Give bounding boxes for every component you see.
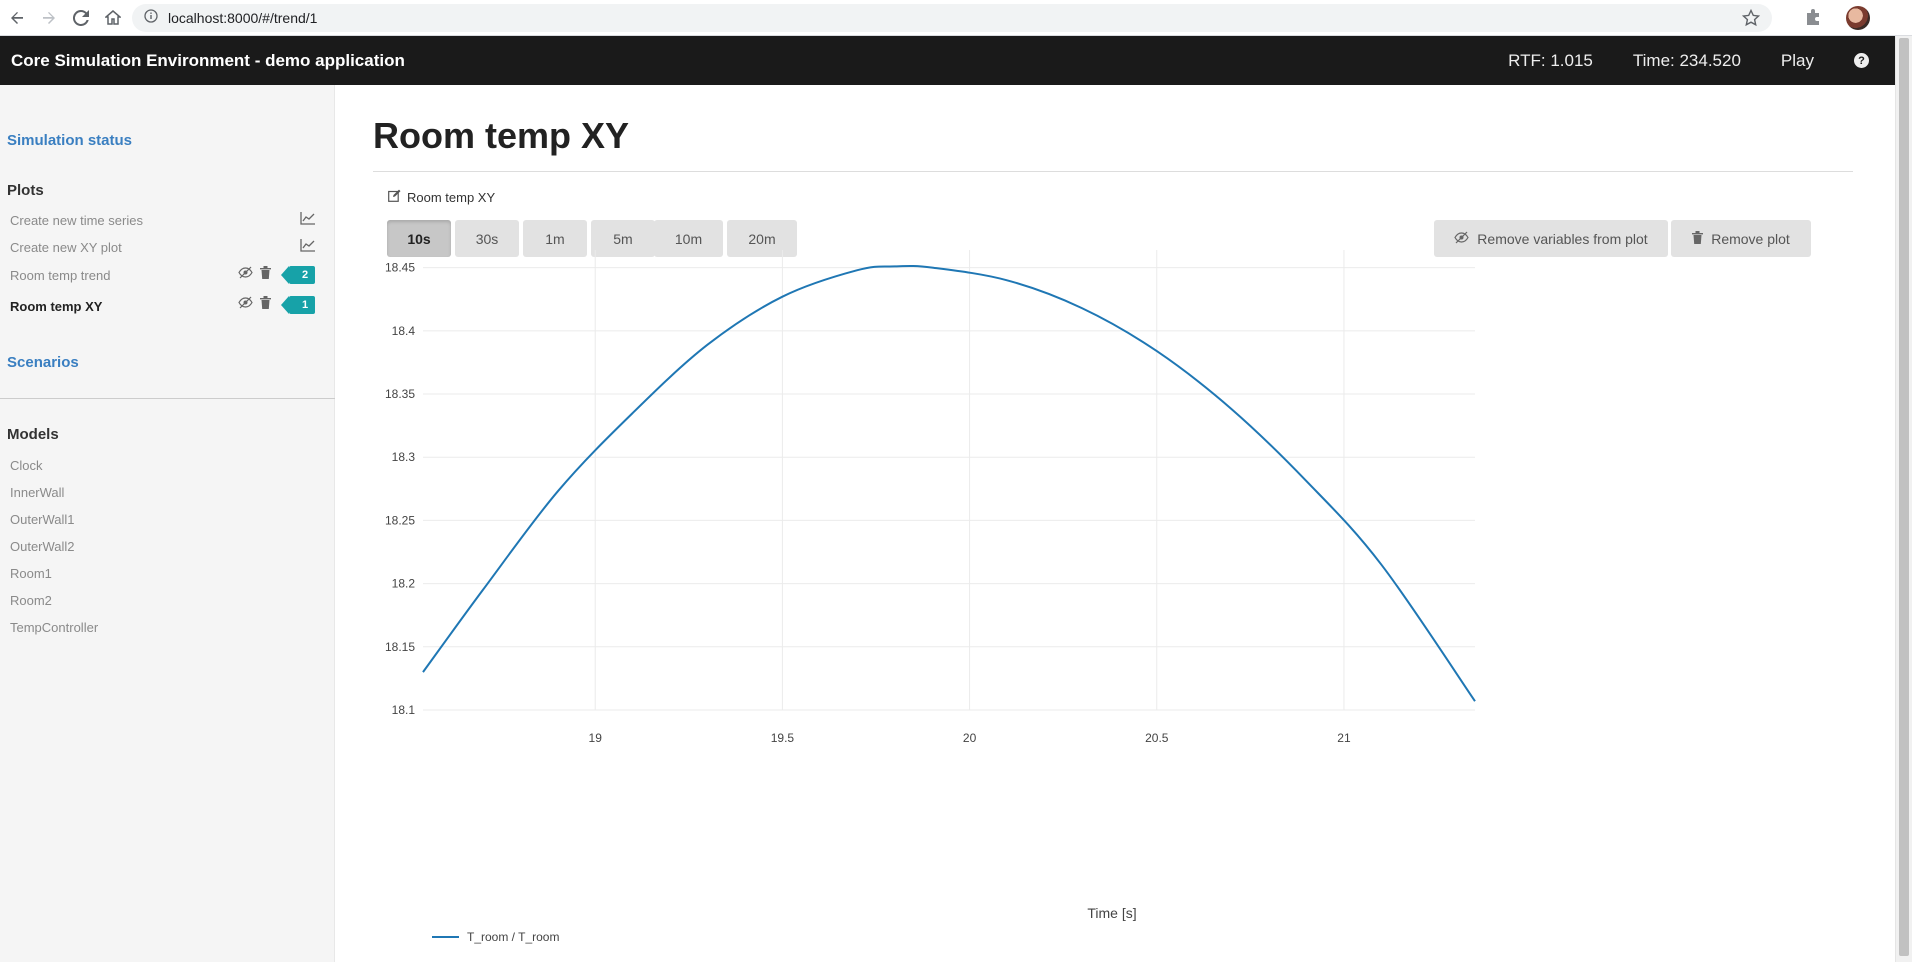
info-icon[interactable]	[144, 8, 158, 28]
eye-slash-icon[interactable]	[238, 296, 253, 312]
time-readout: Time: 234.520	[1632, 50, 1741, 70]
y-tick-label: 18.35	[385, 387, 415, 401]
forward-arrow-icon[interactable]	[34, 3, 64, 33]
x-tick-label: 20	[963, 731, 977, 745]
sidebar-models-heading: Models	[7, 426, 59, 443]
main-content: Room temp XY Room temp XY 10s 30s 1m 5m …	[335, 85, 1895, 962]
reload-icon[interactable]	[66, 3, 96, 33]
extension-icon[interactable]	[1804, 8, 1822, 31]
x-tick-label: 19	[589, 731, 603, 745]
back-arrow-icon[interactable]	[2, 3, 32, 33]
sidebar-model-item[interactable]: Clock	[10, 458, 43, 473]
x-tick-label: 21	[1337, 731, 1351, 745]
sidebar-simulation-status[interactable]: Simulation status	[7, 132, 132, 149]
play-button[interactable]: Play	[1781, 51, 1814, 71]
chart-x-tick-labels: 19 19.5 20 20.5 21	[589, 731, 1351, 745]
legend-label[interactable]: T_room / T_room	[467, 930, 559, 944]
page-scrollbar[interactable]	[1895, 36, 1912, 962]
sidebar-model-item[interactable]: TempController	[10, 620, 98, 635]
sidebar: Simulation status Plots Create new time …	[0, 85, 335, 962]
browser-toolbar: localhost:8000/#/trend/1	[0, 0, 1912, 36]
sidebar-model-item[interactable]: OuterWall2	[10, 539, 75, 554]
app-navbar: Core Simulation Environment - demo appli…	[0, 36, 1895, 85]
sidebar-model-item[interactable]: Room1	[10, 566, 52, 581]
sidebar-scenarios[interactable]: Scenarios	[7, 354, 79, 371]
bookmark-star-icon[interactable]	[1741, 8, 1761, 32]
plot-variable-count-badge: 1	[281, 296, 315, 314]
sidebar-create-time-series[interactable]: Create new time series	[10, 213, 143, 228]
y-tick-label: 18.4	[392, 324, 416, 338]
address-bar[interactable]: localhost:8000/#/trend/1	[132, 4, 1772, 32]
xy-plot-chart[interactable]: 18.118.1518.218.2518.318.3518.418.45 19 1…	[335, 85, 1895, 962]
profile-avatar[interactable]	[1846, 6, 1870, 30]
y-tick-label: 18.2	[392, 577, 416, 591]
home-icon[interactable]	[98, 3, 128, 33]
chart-gridlines	[423, 250, 1475, 711]
sidebar-model-item[interactable]: OuterWall1	[10, 512, 75, 527]
x-axis-label: Time [s]	[1087, 905, 1136, 921]
sidebar-create-xy-plot[interactable]: Create new XY plot	[10, 240, 122, 255]
trash-icon[interactable]	[260, 296, 271, 312]
sidebar-model-item[interactable]: InnerWall	[10, 485, 64, 500]
y-tick-label: 18.3	[392, 450, 416, 464]
eye-slash-icon[interactable]	[238, 266, 253, 282]
line-chart-icon[interactable]	[300, 211, 316, 228]
x-tick-label: 19.5	[771, 731, 795, 745]
chart-y-tick-labels: 18.1 18.15 18.2 18.25 18.3 18.35 18.4 18.45	[385, 261, 415, 717]
rtf-readout: RTF: 1.015	[1508, 50, 1593, 70]
y-tick-label: 18.15	[385, 640, 415, 654]
sidebar-item-room-temp-xy[interactable]: Room temp XY	[10, 299, 102, 314]
y-tick-label: 18.1	[392, 703, 416, 717]
line-chart-icon[interactable]	[300, 238, 316, 255]
help-icon[interactable]: ?	[1854, 53, 1869, 68]
scrollbar-thumb[interactable]	[1899, 38, 1909, 956]
x-tick-label: 20.5	[1145, 731, 1169, 745]
app-brand[interactable]: Core Simulation Environment - demo appli…	[11, 51, 405, 71]
sidebar-model-item[interactable]: Room2	[10, 593, 52, 608]
trash-icon[interactable]	[260, 266, 271, 282]
sidebar-item-room-temp-trend[interactable]: Room temp trend	[10, 268, 110, 283]
y-tick-label: 18.45	[385, 261, 415, 275]
sidebar-divider	[0, 398, 335, 399]
y-tick-label: 18.25	[385, 513, 415, 527]
sidebar-plots-heading: Plots	[7, 182, 44, 199]
url-text[interactable]: localhost:8000/#/trend/1	[168, 10, 317, 26]
plot-variable-count-badge: 2	[281, 266, 315, 284]
